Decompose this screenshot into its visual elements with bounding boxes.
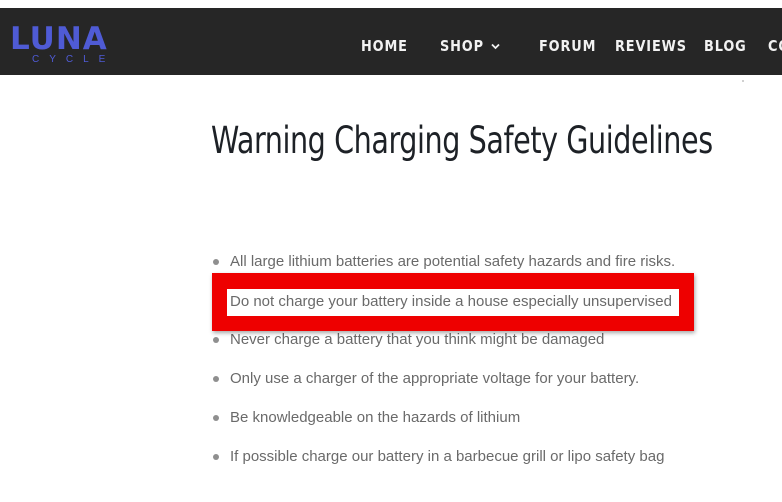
- list-item-text: All large lithium batteries are potentia…: [230, 253, 676, 270]
- bullet-icon: [213, 259, 219, 265]
- list-item-text: Never charge a battery that you think mi…: [230, 331, 605, 348]
- luna-cycle-logo[interactable]: LUNA CYCLE: [10, 21, 116, 65]
- nav-reviews[interactable]: REVIEWS: [615, 36, 687, 56]
- nav-blog[interactable]: BLOG: [704, 36, 747, 56]
- divider-dot: [742, 80, 744, 82]
- list-item-text: Be knowledgeable on the hazards of lithi…: [230, 409, 521, 426]
- logo-subtitle: CYCLE: [32, 54, 116, 65]
- highlighted-item-text: Do not charge your battery inside a hous…: [230, 293, 672, 310]
- nav-shop[interactable]: SHOP: [440, 36, 484, 56]
- nav-forum[interactable]: FORUM: [539, 36, 596, 56]
- bullet-icon: [213, 376, 219, 382]
- bullet-icon: [213, 415, 219, 421]
- highlighted-list-item: Do not charge your battery inside a hous…: [227, 289, 679, 316]
- list-item-text: If possible charge our battery in a barb…: [230, 448, 665, 465]
- list-item-text: Only use a charger of the appropriate vo…: [230, 370, 640, 387]
- site-header: LUNA CYCLE HOME SHOP FORUM REVIEWS BLOG …: [0, 8, 782, 75]
- bullet-icon: [213, 454, 219, 460]
- bullet-icon: [213, 337, 219, 343]
- highlight-box: Do not charge your battery inside a hous…: [212, 273, 694, 331]
- chevron-down-icon[interactable]: [491, 43, 500, 50]
- page-title: Warning Charging Safety Guidelines: [211, 119, 713, 162]
- nav-home[interactable]: HOME: [361, 36, 408, 56]
- logo-wordmark: LUNA: [10, 21, 108, 57]
- nav-contact[interactable]: CO: [768, 36, 782, 56]
